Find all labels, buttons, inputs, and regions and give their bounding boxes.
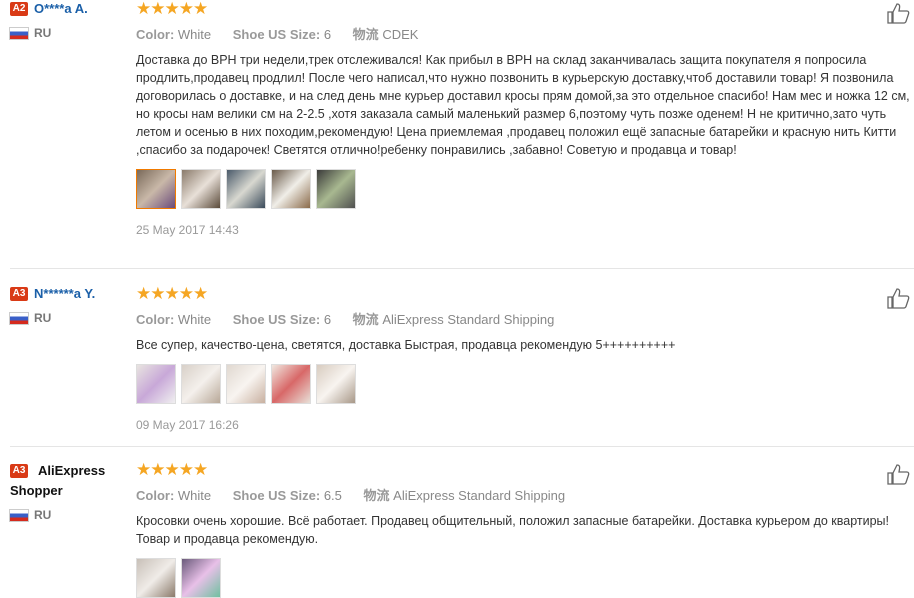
reviewer-info: A3 AliExpress Shopper RU bbox=[10, 461, 130, 522]
thumbs-up-icon[interactable] bbox=[886, 2, 910, 24]
photo-thumbnails bbox=[136, 364, 914, 404]
reviewer-country: RU bbox=[10, 26, 130, 40]
review-text: Все супер, качество-цена, светятся, дост… bbox=[136, 338, 676, 352]
review-content: ★★★★★ Color: White Shoe US Size: 6 物流 CD… bbox=[136, 0, 914, 237]
review-text: Доставка до ВРН три недели,трек отслежив… bbox=[136, 53, 910, 157]
color-value: White bbox=[177, 312, 212, 327]
reviewer-name: O****a A. bbox=[34, 1, 88, 17]
reviewer-name: N******a Y. bbox=[34, 286, 96, 302]
review-date: 25 May 2017 14:43 bbox=[136, 223, 239, 237]
review-item: A3 N******a Y. RU ★★★★★ Color: White Shoe… bbox=[10, 285, 914, 445]
size-value: 6.5 bbox=[323, 488, 342, 503]
level-badge: A3 bbox=[10, 286, 28, 301]
review-meta: Color: White Shoe US Size: 6 物流 CDEK bbox=[136, 27, 419, 42]
review-photo-thumb[interactable] bbox=[316, 169, 356, 209]
shipping-value: AliExpress Standard Shipping bbox=[382, 312, 555, 327]
color-value: White bbox=[177, 27, 212, 42]
review-photo-thumb[interactable] bbox=[136, 558, 176, 598]
shipping-value: AliExpress Standard Shipping bbox=[393, 488, 566, 503]
review-photo-thumb[interactable] bbox=[226, 169, 266, 209]
russia-flag-icon bbox=[10, 28, 28, 40]
star-rating: ★★★★★ bbox=[136, 0, 208, 18]
review-photo-thumb[interactable] bbox=[271, 169, 311, 209]
review-text: Кросовки очень хорошие. Всё работает. Пр… bbox=[136, 514, 890, 546]
review-divider bbox=[10, 268, 914, 269]
review-photo-thumb[interactable] bbox=[136, 364, 176, 404]
review-content: ★★★★★ Color: White Shoe US Size: 6.5 物流 … bbox=[136, 461, 914, 598]
review-photo-thumb[interactable] bbox=[181, 169, 221, 209]
thumbs-up-icon[interactable] bbox=[886, 287, 910, 309]
star-rating: ★★★★★ bbox=[136, 460, 208, 479]
review-photo-thumb[interactable] bbox=[181, 558, 221, 598]
russia-flag-icon bbox=[10, 313, 28, 325]
review-photo-thumb[interactable] bbox=[136, 169, 176, 209]
review-date: 09 May 2017 16:26 bbox=[136, 418, 239, 432]
shipping-value: CDEK bbox=[382, 27, 419, 42]
review-photo-thumb[interactable] bbox=[226, 364, 266, 404]
photo-thumbnails bbox=[136, 558, 914, 598]
reviewer-info: A3 N******a Y. RU bbox=[10, 285, 130, 325]
reviewer-country: RU bbox=[10, 508, 130, 522]
photo-thumbnails bbox=[136, 169, 914, 209]
level-badge: A2 bbox=[10, 1, 28, 16]
review-item: A3 AliExpress Shopper RU ★★★★★ Color: Whi… bbox=[10, 461, 914, 598]
color-value: White bbox=[177, 488, 212, 503]
reviewer-country: RU bbox=[10, 311, 130, 325]
review-item: A2 O****a A. RU ★★★★★ Color: White Shoe U… bbox=[10, 0, 914, 265]
thumbs-up-icon[interactable] bbox=[886, 463, 910, 485]
review-photo-thumb[interactable] bbox=[316, 364, 356, 404]
size-value: 6 bbox=[323, 27, 332, 42]
review-photo-thumb[interactable] bbox=[271, 364, 311, 404]
reviewer-info: A2 O****a A. RU bbox=[10, 0, 130, 40]
size-value: 6 bbox=[323, 312, 332, 327]
russia-flag-icon bbox=[10, 509, 28, 521]
star-rating: ★★★★★ bbox=[136, 284, 208, 303]
review-meta: Color: White Shoe US Size: 6 物流 AliExpre… bbox=[136, 312, 555, 327]
review-content: ★★★★★ Color: White Shoe US Size: 6 物流 Al… bbox=[136, 285, 914, 432]
review-divider bbox=[10, 446, 914, 447]
review-photo-thumb[interactable] bbox=[181, 364, 221, 404]
review-meta: Color: White Shoe US Size: 6.5 物流 AliExp… bbox=[136, 488, 566, 503]
level-badge: A3 bbox=[10, 463, 28, 478]
